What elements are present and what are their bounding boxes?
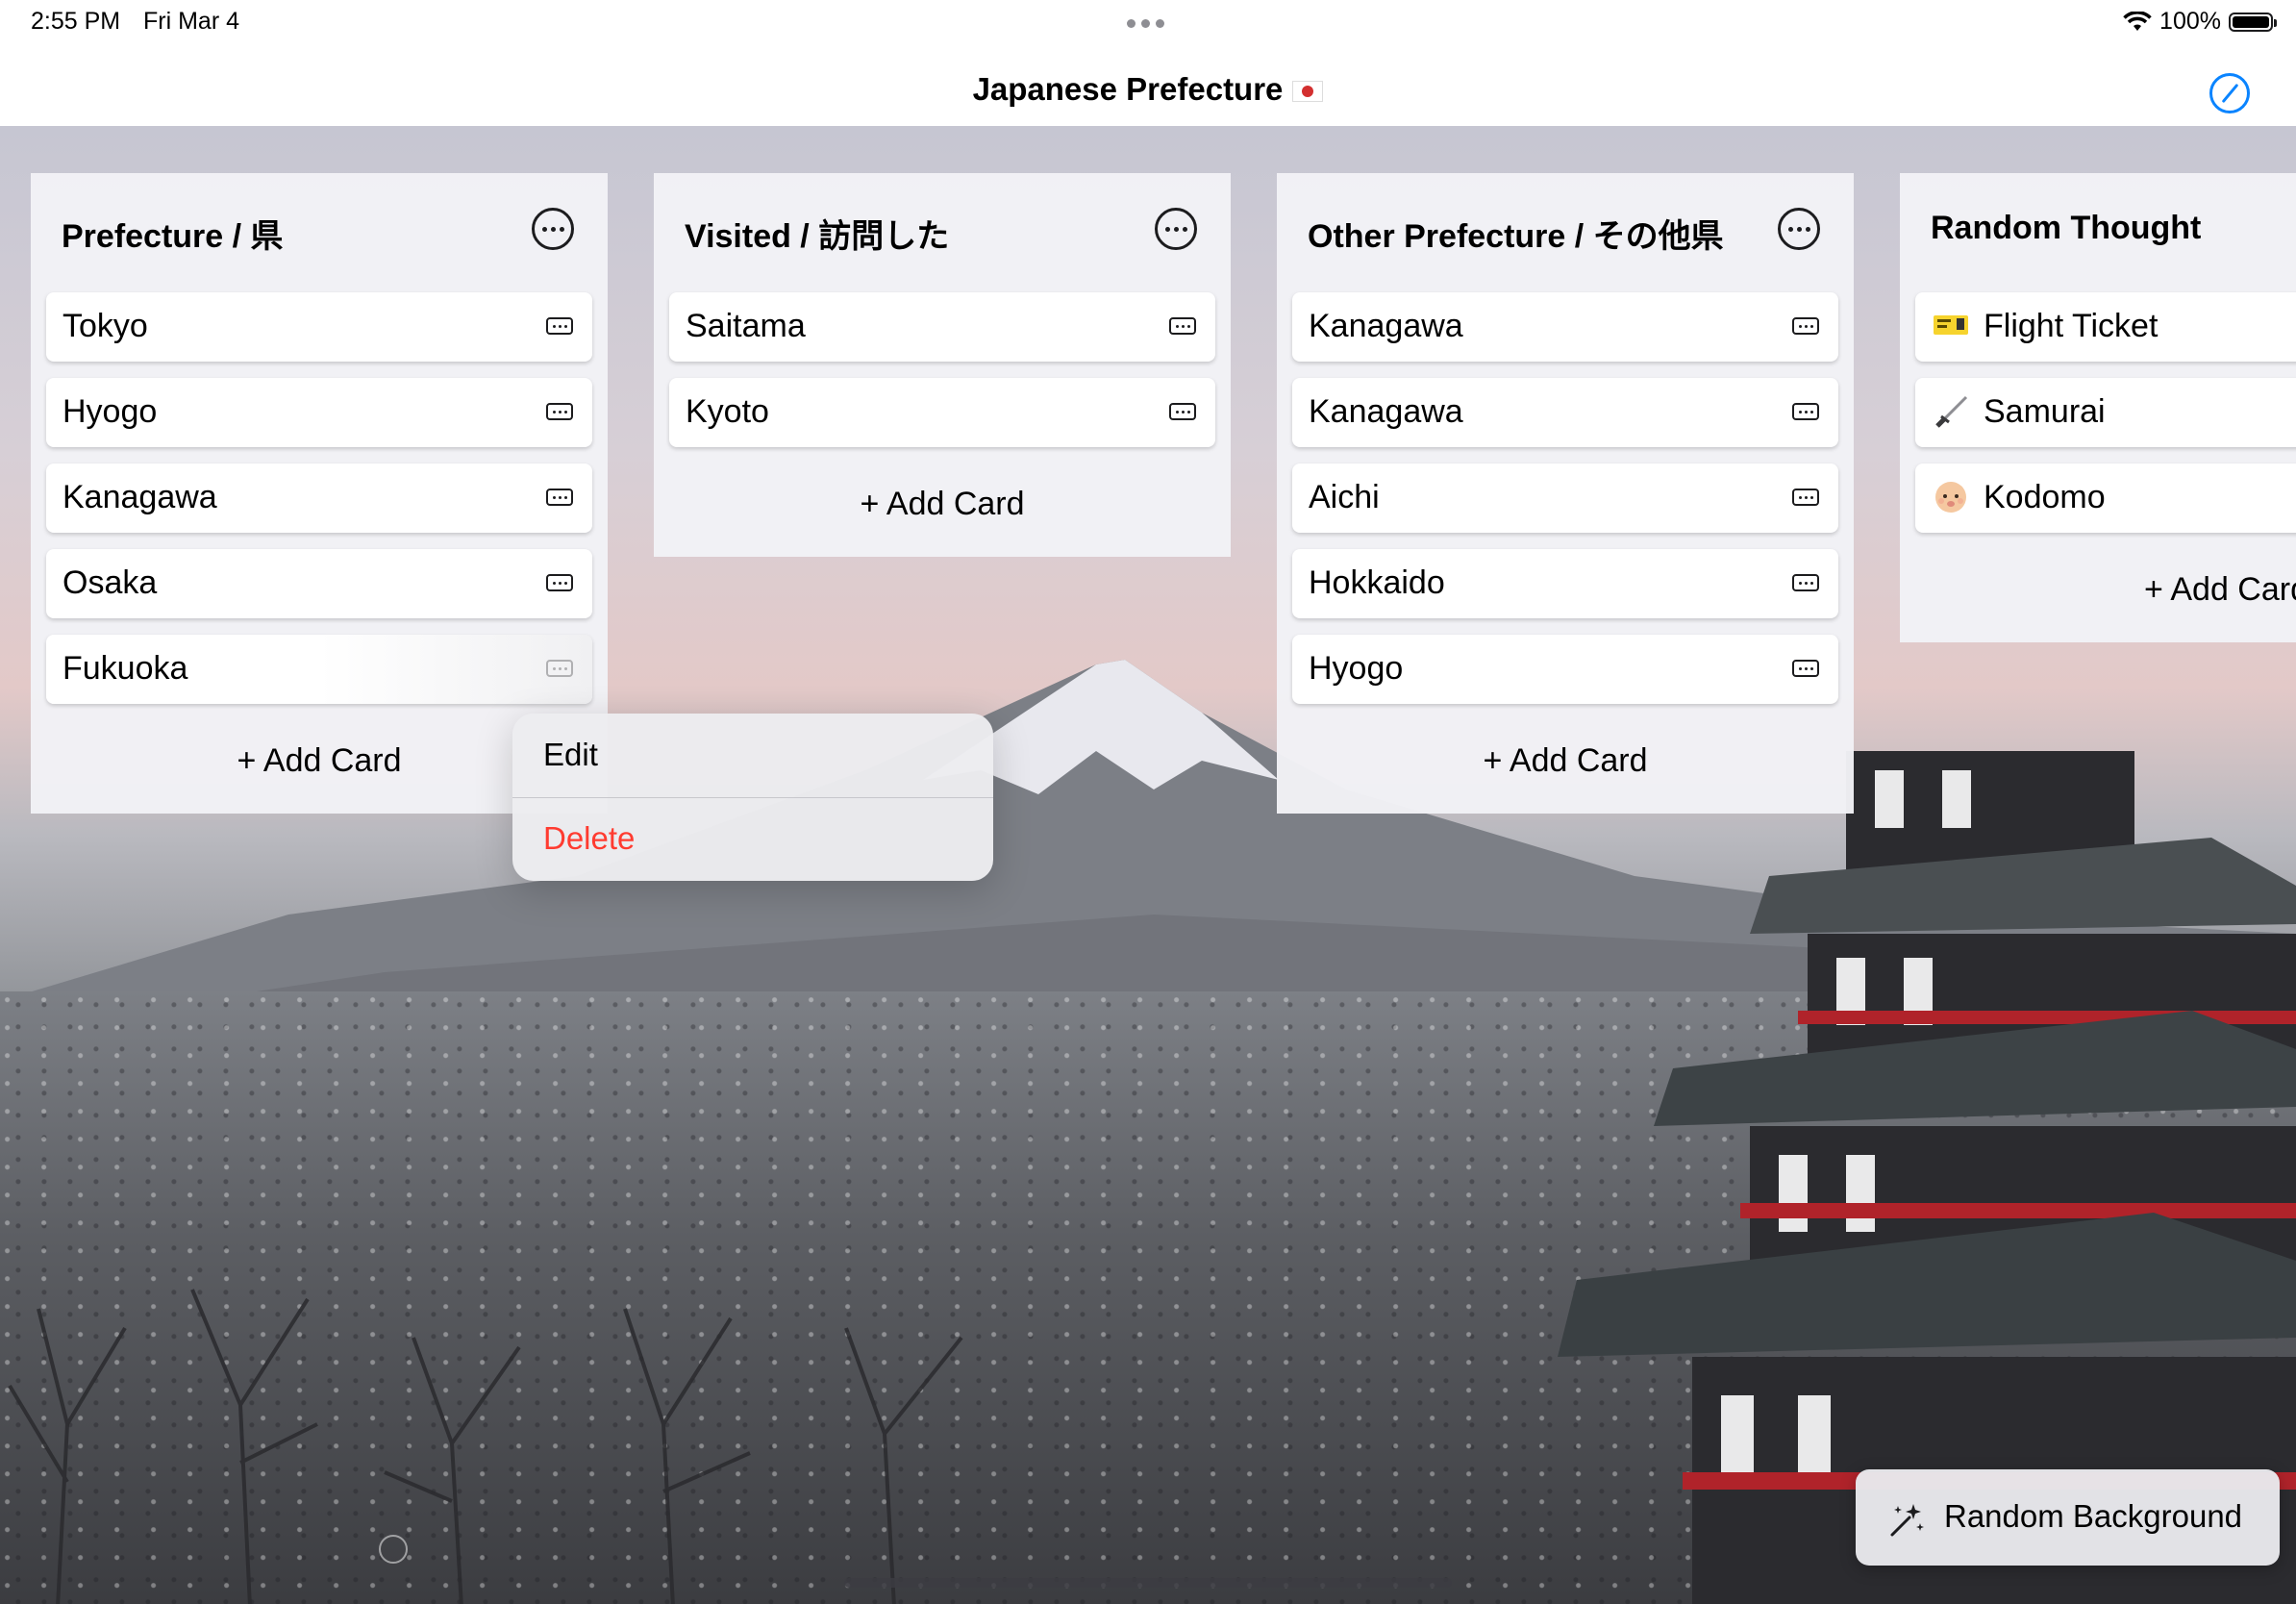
card[interactable]: Osaka [46,549,592,618]
list-title: Visited / 訪問した [685,218,950,255]
card-selected[interactable]: Fukuoka [46,635,592,704]
random-background-label: Random Background [1944,1498,2243,1534]
card-details-icon[interactable] [1792,489,1819,506]
sparkles-icon [1890,1504,1924,1537]
card[interactable]: Kanagawa [46,464,592,533]
top-bar: 2:55 PM Fri Mar 4 100% Japanese Prefectu… [0,0,2296,126]
card-label: Hokkaido [1309,564,1445,601]
sword-emoji-icon [1935,395,1968,428]
card-details-icon[interactable] [546,403,573,420]
card-details-icon[interactable] [1792,574,1819,591]
card-details-icon[interactable] [546,574,573,591]
wifi-icon [2123,11,2152,31]
card-label: Saitama [686,308,806,344]
card-details-icon[interactable] [1792,403,1819,420]
list-title: Other Prefecture / その他県 [1308,218,1724,255]
card[interactable]: Kanagawa [1292,292,1838,362]
card[interactable]: Saitama [669,292,1215,362]
card-context-menu: Edit Delete [512,714,993,881]
card-text: Flight Ticket [1984,308,2159,344]
card-label: Kanagawa [1309,393,1463,430]
card-text: Kodomo [1984,479,2106,515]
card-label: Kanagawa [1309,308,1463,344]
card[interactable]: Aichi [1292,464,1838,533]
card-details-icon[interactable] [1792,660,1819,677]
list-title: Prefecture / 県 [62,218,284,255]
random-background-button[interactable]: Random Background [1856,1469,2280,1566]
ellipsis-circle-icon[interactable] [1778,208,1820,250]
card[interactable]: Hyogo [46,378,592,447]
assistive-touch-icon[interactable] [379,1535,408,1564]
card-label: Osaka [62,564,158,601]
card[interactable]: Hokkaido [1292,549,1838,618]
multitasking-menu-icon[interactable] [1127,19,1164,28]
home-indicator[interactable] [844,1578,1452,1588]
page-title-text: Japanese Prefecture [972,71,1284,107]
card-label: Kanagawa [62,479,217,515]
ellipsis-circle-icon[interactable] [1155,208,1197,250]
card-label: Tokyo [62,308,148,344]
card-details-icon[interactable] [1792,317,1819,335]
card-details-icon[interactable] [546,489,573,506]
add-card-button[interactable]: + Add Card [654,486,1231,523]
card-label: Hyogo [1309,650,1404,687]
list-visited: Visited / 訪問した Saitama Kyoto + Add Card [654,173,1231,557]
baby-emoji-icon [1935,482,1966,514]
card[interactable]: Kanagawa [1292,378,1838,447]
card[interactable]: Tokyo [46,292,592,362]
add-card-button[interactable]: + Add Card [1277,742,1854,780]
status-time: 2:55 PM [31,8,121,35]
card[interactable]: Samurai [1915,378,2296,447]
battery-percent: 100% [2159,8,2221,35]
status-date: Fri Mar 4 [143,8,239,35]
card-details-icon[interactable] [1169,317,1196,335]
status-indicators: 100% [2123,8,2277,36]
card-text: Samurai [1984,393,2106,430]
add-card-button[interactable]: + Add Card [1900,571,2296,609]
card[interactable]: Hyogo [1292,635,1838,704]
list-title: Random Thought [1931,210,2202,246]
ticket-emoji-icon [1934,315,1968,336]
card-details-icon[interactable] [546,660,573,677]
card-details-icon[interactable] [546,317,573,335]
card-details-icon[interactable] [1169,403,1196,420]
card[interactable]: Flight Ticket [1915,292,2296,362]
card-label: Hyogo [62,393,158,430]
ellipsis-circle-icon[interactable] [532,208,574,250]
compose-icon[interactable] [2209,73,2250,113]
card-label: Kyoto [686,393,769,430]
menu-item-delete[interactable]: Delete [543,820,635,857]
menu-divider [512,797,993,798]
battery-icon [2229,12,2277,32]
card-label: Fukuoka [62,650,188,687]
list-random-thought: Random Thought Flight Ticket Samurai Kod… [1900,173,2296,642]
card-label: Samurai [1932,393,2106,433]
card-label: Kodomo [1932,479,2106,518]
add-card-label: + Add Card [2143,571,2296,608]
card-label: Flight Ticket [1932,308,2158,347]
menu-item-edit[interactable]: Edit [543,737,598,773]
card[interactable]: Kyoto [669,378,1215,447]
page-title: Japanese Prefecture [0,71,2296,108]
japan-flag-icon [1292,81,1324,103]
list-other-prefecture: Other Prefecture / その他県 Kanagawa Kanagaw… [1277,173,1854,814]
card-label: Aichi [1309,479,1380,515]
card[interactable]: Kodomo [1915,464,2296,533]
trees-illustration [8,1289,963,1604]
